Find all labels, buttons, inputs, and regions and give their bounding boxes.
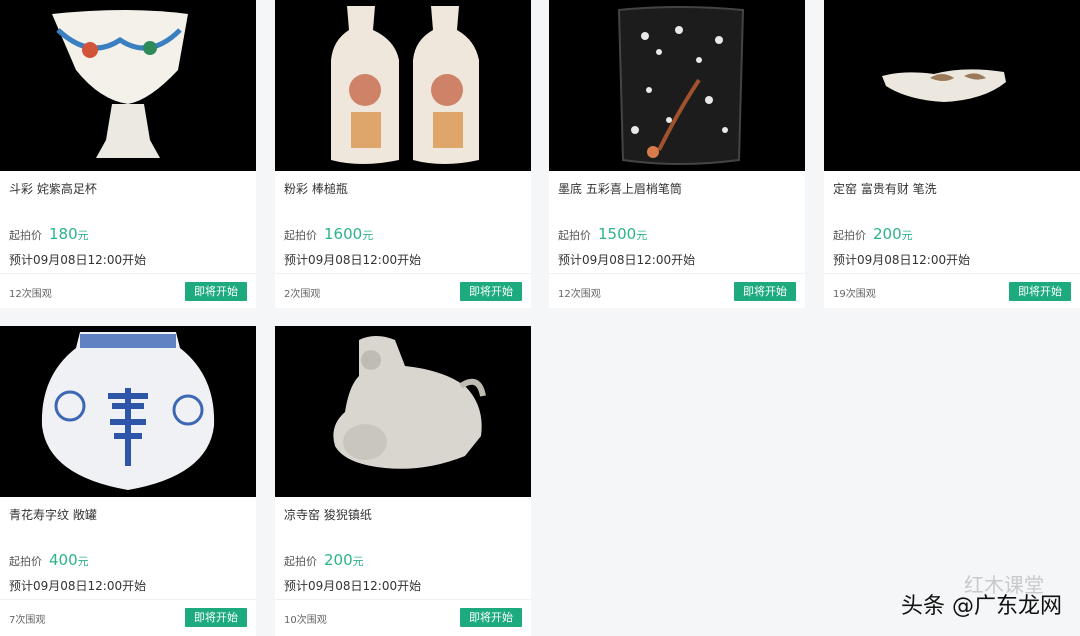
lot-title[interactable]: 墨底 五彩喜上眉梢笔筒 — [558, 180, 682, 197]
start-time: 预计09月08日12:00开始 — [284, 253, 422, 267]
status-button[interactable]: 即将开始 — [460, 608, 522, 627]
price-label: 起拍价 — [284, 555, 317, 568]
lot-card[interactable]: 斗彩 姹紫高足杯 起拍价 180 元 预计09月08日12:00开始 12次围观… — [0, 0, 256, 308]
card-footer: 12次围观 即将开始 — [0, 273, 256, 309]
lot-card[interactable]: 凉寺窑 狻猊镇纸 起拍价 200 元 预计09月08日12:00开始 10次围观… — [275, 326, 531, 636]
lot-card[interactable]: 青花寿字纹 敞罐 起拍价 400 元 预计09月08日12:00开始 7次围观 … — [0, 326, 256, 636]
price-unit: 元 — [901, 229, 913, 242]
lot-image-vases[interactable] — [275, 0, 531, 171]
start-time: 预计09月08日12:00开始 — [558, 253, 696, 267]
card-footer: 12次围观 即将开始 — [549, 273, 805, 309]
view-count: 7次围观 — [9, 615, 46, 626]
starting-price: 1600 — [324, 225, 363, 243]
watermark-author: 头条 @广东龙网 — [901, 594, 1062, 619]
lot-title[interactable]: 斗彩 姹紫高足杯 — [9, 180, 97, 197]
starting-price: 1500 — [598, 225, 637, 243]
card-footer: 10次围观 即将开始 — [275, 599, 531, 635]
lot-image-jar[interactable] — [0, 326, 256, 497]
view-count: 2次围观 — [284, 289, 321, 300]
status-button[interactable]: 即将开始 — [734, 282, 796, 301]
lot-title[interactable]: 青花寿字纹 敞罐 — [9, 506, 97, 523]
price-label: 起拍价 — [833, 229, 866, 242]
status-button[interactable]: 即将开始 — [1009, 282, 1071, 301]
start-time: 预计09月08日12:00开始 — [9, 579, 147, 593]
view-count: 10次围观 — [284, 615, 327, 626]
lot-title[interactable]: 粉彩 棒槌瓶 — [284, 180, 348, 197]
starting-price: 180 — [49, 225, 78, 243]
lot-card[interactable]: 粉彩 棒槌瓶 起拍价 1600 元 预计09月08日12:00开始 2次围观 即… — [275, 0, 531, 308]
price-unit: 元 — [352, 555, 364, 568]
lot-card[interactable]: 墨底 五彩喜上眉梢笔筒 起拍价 1500 元 预计09月08日12:00开始 1… — [549, 0, 805, 308]
view-count: 19次围观 — [833, 289, 876, 300]
lot-image-brush-pot[interactable] — [549, 0, 805, 171]
lot-card[interactable]: 定窑 富贵有财 笔洗 起拍价 200 元 预计09月08日12:00开始 19次… — [824, 0, 1080, 308]
lot-title[interactable]: 凉寺窑 狻猊镇纸 — [284, 506, 372, 523]
view-count: 12次围观 — [558, 289, 601, 300]
lot-image-paperweight[interactable] — [275, 326, 531, 497]
price-row: 起拍价 180 元 — [9, 225, 89, 245]
starting-price: 400 — [49, 551, 78, 569]
card-footer: 7次围观 即将开始 — [0, 599, 256, 635]
lot-image-stem-cup[interactable] — [0, 0, 256, 171]
status-button[interactable]: 即将开始 — [185, 608, 247, 627]
price-row: 起拍价 1500 元 — [558, 225, 647, 245]
view-count: 12次围观 — [9, 289, 52, 300]
status-button[interactable]: 即将开始 — [460, 282, 522, 301]
price-label: 起拍价 — [9, 229, 42, 242]
card-footer: 2次围观 即将开始 — [275, 273, 531, 309]
price-label: 起拍价 — [558, 229, 591, 242]
starting-price: 200 — [873, 225, 902, 243]
price-label: 起拍价 — [284, 229, 317, 242]
start-time: 预计09月08日12:00开始 — [9, 253, 147, 267]
price-row: 起拍价 400 元 — [9, 551, 89, 571]
status-button[interactable]: 即将开始 — [185, 282, 247, 301]
price-unit: 元 — [362, 229, 374, 242]
price-unit: 元 — [77, 229, 89, 242]
auction-grid: 斗彩 姹紫高足杯 起拍价 180 元 预计09月08日12:00开始 12次围观… — [0, 0, 1080, 636]
price-row: 起拍价 200 元 — [284, 551, 364, 571]
price-label: 起拍价 — [9, 555, 42, 568]
lot-image-brush-washer[interactable] — [824, 0, 1080, 171]
start-time: 预计09月08日12:00开始 — [833, 253, 971, 267]
card-footer: 19次围观 即将开始 — [824, 273, 1080, 309]
start-time: 预计09月08日12:00开始 — [284, 579, 422, 593]
price-unit: 元 — [77, 555, 89, 568]
price-row: 起拍价 1600 元 — [284, 225, 373, 245]
lot-title[interactable]: 定窑 富贵有财 笔洗 — [833, 180, 937, 197]
price-unit: 元 — [636, 229, 648, 242]
price-row: 起拍价 200 元 — [833, 225, 913, 245]
starting-price: 200 — [324, 551, 353, 569]
